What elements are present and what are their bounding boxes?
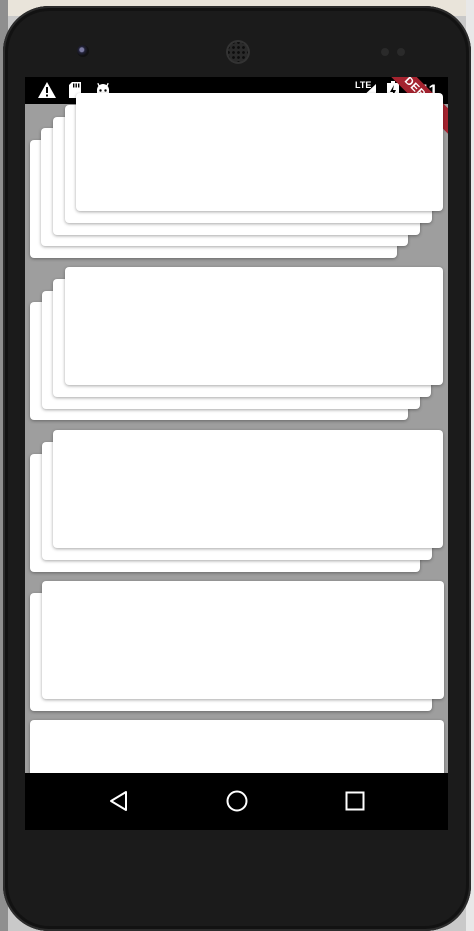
back-icon[interactable] (107, 789, 131, 813)
light-sensor (397, 48, 405, 56)
stack-4-card-1[interactable] (42, 581, 444, 699)
navigation-bar (25, 773, 448, 830)
stack-3-card-1[interactable] (53, 430, 443, 548)
home-icon[interactable] (225, 789, 249, 813)
stack-1-card-1[interactable] (76, 93, 443, 211)
earpiece-speaker (226, 40, 250, 64)
stack-2-card-1[interactable] (65, 267, 443, 385)
app-screen: LTE 9:11 DEBUG (25, 77, 448, 830)
recents-icon[interactable] (343, 789, 367, 813)
warning-icon (37, 81, 57, 104)
front-camera (77, 45, 89, 57)
proximity-sensor (381, 48, 389, 56)
